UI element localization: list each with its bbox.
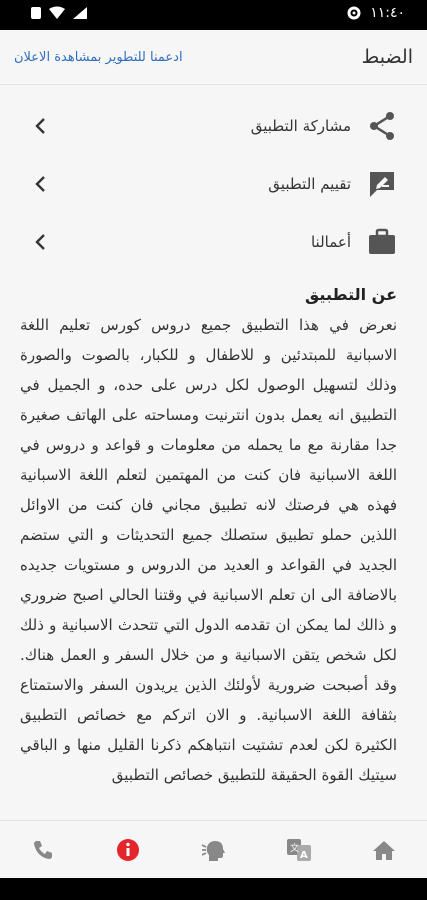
menu-item-our-apps[interactable]: أعمالنا bbox=[0, 213, 427, 271]
menu-item-share[interactable]: مشاركة التطبيق bbox=[0, 97, 427, 155]
status-icons-right: ١١:٤٠ bbox=[346, 5, 405, 21]
menu-item-rate[interactable]: تقييم التطبيق bbox=[0, 155, 427, 213]
phone-icon bbox=[33, 841, 52, 859]
nav-phone[interactable] bbox=[0, 821, 85, 878]
system-nav-bar bbox=[0, 878, 427, 900]
svg-text:A: A bbox=[300, 850, 308, 861]
info-icon bbox=[117, 839, 140, 861]
svg-text:文: 文 bbox=[290, 842, 299, 854]
menu-label-rate: تقييم التطبيق bbox=[268, 175, 351, 193]
chevron-left-icon bbox=[35, 176, 45, 192]
bottom-nav: 文A bbox=[0, 820, 427, 878]
support-ad-link[interactable]: ادعمنا للتطوير بمشاهدة الاعلان bbox=[14, 50, 183, 65]
about-title: عن التطبيق bbox=[305, 285, 397, 304]
chevron-left-icon bbox=[35, 118, 45, 134]
translate-icon: 文A bbox=[286, 839, 311, 861]
rate-icon bbox=[367, 169, 397, 199]
app-screen: الضبط ادعمنا للتطوير بمشاهدة الاعلان مشا… bbox=[0, 30, 427, 878]
header: الضبط ادعمنا للتطوير بمشاهدة الاعلان bbox=[0, 30, 427, 85]
nav-home[interactable] bbox=[342, 821, 427, 878]
signal-icon bbox=[73, 7, 87, 19]
nav-info[interactable] bbox=[85, 821, 170, 878]
nav-speaking[interactable] bbox=[171, 821, 256, 878]
wifi-icon bbox=[49, 6, 65, 19]
status-icons-left bbox=[30, 6, 88, 20]
chevron-left-icon bbox=[35, 234, 45, 250]
notification-icon bbox=[31, 7, 41, 19]
briefcase-icon bbox=[367, 227, 397, 257]
page-title: الضبط bbox=[361, 46, 413, 68]
status-bar: ١١:٤٠ bbox=[0, 0, 427, 30]
home-icon bbox=[373, 841, 396, 860]
share-icon bbox=[367, 111, 397, 141]
menu-label-share: مشاركة التطبيق bbox=[250, 117, 351, 135]
about-body: نعرض في هذا التطبيق جميع دروس كورس تعليم… bbox=[20, 316, 397, 784]
speaking-head-icon bbox=[201, 841, 225, 861]
gear-icon bbox=[347, 6, 361, 20]
nav-translate[interactable]: 文A bbox=[256, 821, 341, 878]
settings-menu: مشاركة التطبيق تقييم التطبيق أعمالنا bbox=[0, 85, 427, 271]
status-time: ١١:٤٠ bbox=[370, 5, 405, 21]
menu-label-our-apps: أعمالنا bbox=[310, 233, 351, 251]
